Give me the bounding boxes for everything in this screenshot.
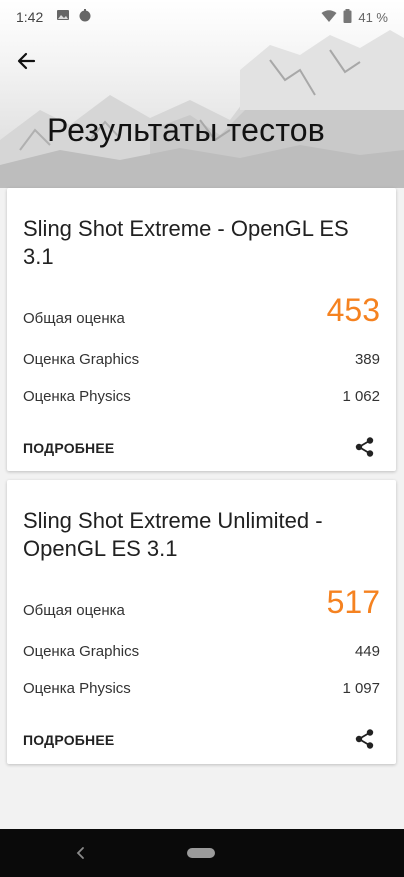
details-button[interactable]: ПОДРОБНЕЕ [23, 732, 114, 748]
wifi-icon [321, 9, 337, 26]
navigation-bar [0, 829, 404, 877]
physics-score: 1 062 [342, 387, 380, 405]
physics-row: Оценка Physics 1 097 [23, 676, 380, 700]
battery-icon [343, 9, 352, 26]
graphics-label: Оценка Graphics [23, 350, 140, 368]
overall-label: Общая оценка [23, 601, 125, 619]
chevron-left-icon [76, 847, 84, 859]
status-bar: 1:42 41 % [0, 0, 404, 34]
result-card: Sling Shot Extreme - OpenGL ES 3.1 Общая… [7, 188, 396, 471]
overall-score: 453 [326, 292, 380, 328]
result-card: Sling Shot Extreme Unlimited - OpenGL ES… [7, 480, 396, 764]
physics-label: Оценка Physics [23, 387, 131, 405]
arrow-left-icon [17, 52, 36, 70]
share-button[interactable] [354, 436, 376, 458]
page-title: Результаты тестов [47, 112, 326, 148]
overall-score: 517 [326, 584, 380, 620]
graphics-score: 389 [354, 350, 380, 368]
details-button[interactable]: ПОДРОБНЕЕ [23, 440, 114, 456]
battery-percent: 41 % [358, 10, 388, 25]
graphics-label: Оценка Graphics [23, 642, 140, 660]
status-right: 41 % [321, 9, 388, 26]
image-notification-icon [56, 8, 70, 25]
test-title: Sling Shot Extreme - OpenGL ES 3.1 [23, 216, 349, 269]
back-button[interactable] [12, 46, 42, 76]
share-button[interactable] [354, 728, 376, 750]
physics-label: Оценка Physics [23, 679, 131, 697]
nav-back-button[interactable] [74, 845, 88, 861]
physics-row: Оценка Physics 1 062 [23, 384, 380, 408]
graphics-score: 449 [354, 642, 380, 660]
status-time: 1:42 [16, 9, 44, 25]
physics-score: 1 097 [342, 679, 380, 697]
home-pill-button[interactable] [187, 848, 215, 858]
share-icon [355, 437, 374, 457]
graphics-row: Оценка Graphics 449 [23, 639, 380, 663]
test-title: Sling Shot Extreme Unlimited - OpenGL ES… [23, 508, 323, 561]
share-icon [355, 729, 374, 749]
overall-label: Общая оценка [23, 309, 125, 327]
app-notification-icon [78, 8, 92, 25]
graphics-row: Оценка Graphics 389 [23, 347, 380, 371]
